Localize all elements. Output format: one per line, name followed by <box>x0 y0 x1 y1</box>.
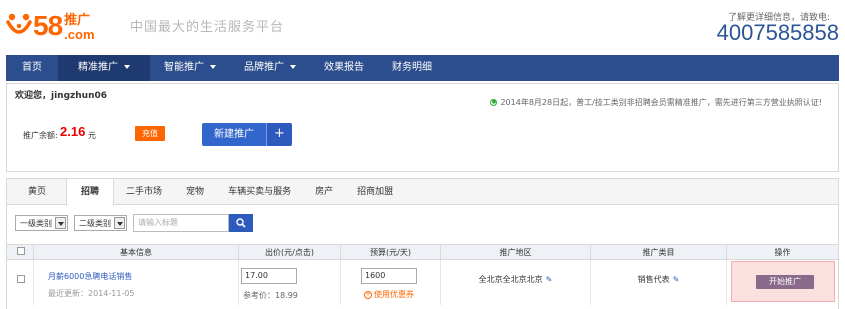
nav-home[interactable]: 首页 <box>6 55 58 81</box>
bid-cell: 17.00 参考价：18.99 <box>239 260 341 305</box>
budget-cell: 1600 + 使用优惠券 <box>341 260 441 305</box>
nav-finance-label: 财务明细 <box>392 62 432 73</box>
last-updated: 最近更新：2014-11-05 <box>48 289 135 298</box>
action-highlight: 开始推广 <box>731 261 835 302</box>
info-icon: ● <box>490 99 498 106</box>
search-icon <box>236 218 246 228</box>
category-value: 销售代表 <box>637 275 670 284</box>
bid-input[interactable]: 17.00 <box>241 268 297 284</box>
chevron-down-icon <box>124 65 130 69</box>
mascot-icon <box>6 12 32 40</box>
balance-label: 推广余额: <box>23 131 58 140</box>
account-summary: 欢迎您，jingzhun06 ● 2014年8月28日起，普工/技工类别非招聘会… <box>6 83 839 172</box>
logo-number: 58 <box>33 10 63 41</box>
level1-category-select[interactable]: 一级类别 <box>15 215 68 231</box>
header-region: 推广地区 <box>441 245 591 260</box>
logo-com-text: .com <box>64 26 95 42</box>
new-promo-button[interactable]: 新建推广 + <box>202 123 292 146</box>
nav-brand-promo-label: 品牌推广 <box>244 62 284 73</box>
header-select-all <box>7 245 34 260</box>
start-promo-button[interactable]: 开始推广 <box>756 275 814 289</box>
nav-effect-report[interactable]: 效果报告 <box>310 55 378 81</box>
logo-tui-text: 推广 <box>64 12 91 28</box>
edit-pencil-icon[interactable]: ✎ <box>673 275 680 284</box>
notice-text: 2014年8月28日起，普工/技工类别非招聘会员需精准推广，需先进行第三方营业执… <box>500 98 822 107</box>
category-cell: 销售代表 ✎ <box>591 260 727 305</box>
header-action: 操作 <box>774 248 791 257</box>
header-category: 推广类目 <box>591 245 727 260</box>
region-value: 全北京全北京北京 <box>478 275 543 284</box>
nav-finance[interactable]: 财务明细 <box>378 55 446 81</box>
category-text: 销售代表 ✎ <box>591 274 726 285</box>
tab-recruitment[interactable]: 招聘 <box>66 179 115 206</box>
tab-franchise[interactable]: 招商加盟 <box>345 179 405 205</box>
action-cell: 开始推广 <box>727 260 838 305</box>
dropdown-arrow-icon <box>55 217 66 229</box>
dropdown-arrow-icon <box>114 217 125 229</box>
site-header: 58 推广 .com 中国最大的生活服务平台 了解更详细信息，请致电: 4007… <box>0 0 845 54</box>
slogan: 中国最大的生活服务平台 <box>130 20 285 35</box>
header-bid: 出价(元/点击) <box>239 245 341 260</box>
welcome-text: 欢迎您，jingzhun06 <box>15 91 108 101</box>
tab-yellow-pages[interactable]: 黄页 <box>7 179 66 205</box>
header-basic-info: 基本信息 <box>34 245 239 260</box>
new-promo-label[interactable]: 新建推广 <box>202 123 266 146</box>
nav-smart-promo-label: 智能推广 <box>164 62 204 73</box>
tab-housing[interactable]: 房产 <box>303 179 345 205</box>
coupon-icon: + <box>364 290 372 299</box>
promo-table: 基本信息 出价(元/点击) 预算(元/天) 推广地区 推广类目 操作 月薪600… <box>7 244 838 305</box>
table-row: 月薪6000急聘电话销售 最近更新：2014-11-05 17.00 参考价：1… <box>7 260 838 305</box>
promo-panel: 黄页 招聘 二手市场 宠物 车辆买卖与服务 房产 招商加盟 一级类别 二级类别 … <box>6 178 839 309</box>
filter-bar: 一级类别 二级类别 请输入标题 <box>15 214 253 232</box>
balance-unit: 元 <box>88 131 96 140</box>
reference-price: 参考价：18.99 <box>243 291 298 300</box>
hotline-number: 4007585858 <box>716 20 839 45</box>
nav-smart-promo[interactable]: 智能推广 <box>150 55 230 81</box>
recharge-button[interactable]: 充值 <box>135 126 165 141</box>
basic-info-cell: 月薪6000急聘电话销售 最近更新：2014-11-05 <box>34 260 239 305</box>
notice: ● 2014年8月28日起，普工/技工类别非招聘会员需精准推广，需先进行第三方营… <box>490 97 822 108</box>
search-input[interactable]: 请输入标题 <box>133 214 229 232</box>
tab-second-hand[interactable]: 二手市场 <box>114 179 174 205</box>
budget-input[interactable]: 1600 <box>361 268 417 284</box>
level2-category-select[interactable]: 二级类别 <box>74 215 127 231</box>
select-all-checkbox[interactable] <box>17 247 25 255</box>
tab-vehicles[interactable]: 车辆买卖与服务 <box>216 179 303 205</box>
chevron-down-icon <box>290 65 296 69</box>
chevron-down-icon <box>210 65 216 69</box>
region-text: 全北京全北京北京 ✎ <box>441 274 590 285</box>
tab-pets[interactable]: 宠物 <box>174 179 216 205</box>
table-header: 基本信息 出价(元/点击) 预算(元/天) 推广地区 推广类目 操作 <box>7 244 838 260</box>
nav-effect-report-label: 效果报告 <box>324 62 364 73</box>
plus-icon[interactable]: + <box>266 123 292 146</box>
region-cell: 全北京全北京北京 ✎ <box>441 260 591 305</box>
use-coupon-link[interactable]: + 使用优惠券 <box>364 289 414 300</box>
nav-brand-promo[interactable]: 品牌推广 <box>230 55 310 81</box>
nav-precise-promo-label: 精准推广 <box>78 62 118 73</box>
row-select-cell <box>7 260 34 305</box>
main-nav: 首页 精准推广 智能推广 品牌推广 效果报告 财务明细 <box>6 55 839 81</box>
logo[interactable]: 58 推广 .com <box>6 6 95 46</box>
search-button[interactable] <box>229 214 253 232</box>
nav-home-label: 首页 <box>22 62 42 73</box>
category-tabs: 黄页 招聘 二手市场 宠物 车辆买卖与服务 房产 招商加盟 <box>7 179 838 206</box>
level2-category-value: 二级类别 <box>79 218 111 228</box>
nav-precise-promo[interactable]: 精准推广 <box>58 55 150 81</box>
balance-value: 2.16 <box>60 124 86 139</box>
job-title-link[interactable]: 月薪6000急聘电话销售 <box>48 271 132 282</box>
coupon-label: 使用优惠券 <box>374 290 414 299</box>
level1-category-value: 一级类别 <box>20 218 52 228</box>
header-budget: 预算(元/天) <box>341 245 441 260</box>
row-checkbox[interactable] <box>17 275 25 283</box>
edit-pencil-icon[interactable]: ✎ <box>546 275 553 284</box>
